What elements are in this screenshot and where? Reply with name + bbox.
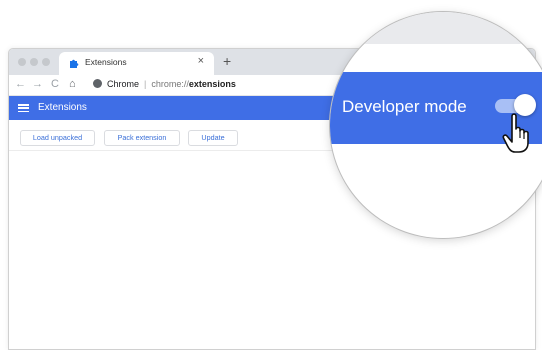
back-icon[interactable]: ←	[15, 77, 26, 91]
home-icon[interactable]: ⌂	[69, 77, 76, 91]
omnibox-site: Chrome	[107, 79, 140, 89]
magnified-toolbar	[330, 12, 542, 44]
omnibox-url: chrome://extensions	[151, 79, 236, 89]
tab-extensions[interactable]: Extensions ×	[59, 52, 214, 75]
update-button[interactable]: Update	[188, 130, 238, 146]
window-minimize-dot[interactable]	[30, 58, 38, 66]
url-path: extensions	[188, 79, 236, 89]
forward-icon[interactable]: →	[32, 77, 43, 91]
window-close-dot[interactable]	[18, 58, 26, 66]
load-unpacked-button[interactable]: Load unpacked	[20, 130, 95, 146]
tab-title: Extensions	[85, 57, 127, 67]
url-prefix: chrome://	[151, 79, 189, 89]
developer-mode-label: Developer mode	[342, 97, 467, 116]
pack-extension-button[interactable]: Pack extension	[104, 130, 180, 146]
omnibox-separator: |	[144, 79, 147, 89]
chrome-site-icon	[93, 79, 102, 88]
hand-pointer-icon	[502, 113, 529, 153]
page-title: Extensions	[38, 102, 87, 113]
reload-icon[interactable]: C	[51, 77, 59, 91]
magnifier-callout: Developer mode	[330, 12, 542, 238]
omnibox[interactable]: Chrome | chrome://extensions	[93, 77, 236, 92]
tab-close-icon[interactable]: ×	[198, 55, 204, 67]
new-tab-icon[interactable]: +	[223, 53, 231, 69]
window-zoom-dot[interactable]	[42, 58, 50, 66]
puzzle-icon	[70, 59, 79, 68]
menu-icon[interactable]	[18, 104, 29, 113]
